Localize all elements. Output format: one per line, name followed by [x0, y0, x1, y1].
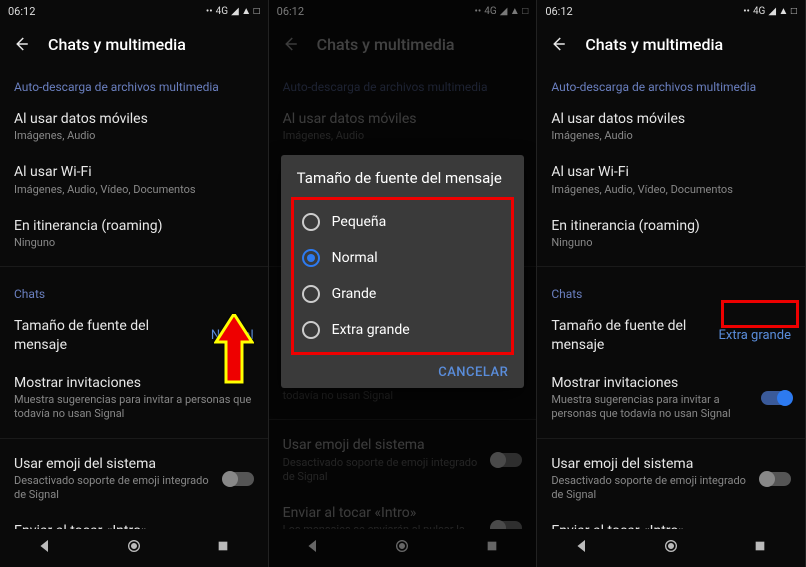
back-arrow-icon[interactable] — [549, 35, 567, 53]
cancel-button[interactable]: CANCELAR — [438, 365, 508, 380]
nav-home-icon[interactable] — [663, 538, 679, 558]
annotation-arrow-icon — [214, 314, 254, 384]
clock: 06:12 — [545, 5, 572, 18]
item-wifi[interactable]: Al usar Wi-FiImágenes, Audio, Vídeo, Doc… — [0, 153, 268, 206]
radio-small[interactable]: Pequeña — [300, 204, 506, 240]
page-title: Chats y multimedia — [585, 35, 723, 54]
back-arrow-icon[interactable] — [12, 35, 30, 53]
nav-recent-icon[interactable] — [215, 538, 231, 558]
radio-icon — [302, 249, 320, 267]
nav-recent-icon[interactable] — [752, 538, 768, 558]
item-enter-send[interactable]: Enviar al tocar «Intro»Los mensajes se e… — [537, 512, 805, 529]
status-icons: ••4G ◢ ▲ □ — [206, 6, 260, 17]
radio-normal[interactable]: Normal — [300, 240, 506, 276]
font-size-value: Extra grande — [719, 328, 791, 343]
radio-icon — [302, 321, 320, 339]
app-bar: Chats y multimedia — [0, 22, 268, 66]
divider — [0, 266, 268, 267]
section-media: Auto-descarga de archivos multimedia — [537, 66, 805, 100]
nav-back-icon[interactable] — [574, 538, 590, 558]
page-title: Chats y multimedia — [48, 35, 186, 54]
item-roaming[interactable]: En itinerancia (roaming)Ninguno — [0, 207, 268, 260]
nav-bar — [0, 529, 268, 567]
screen-3: 06:12 ••4G ◢ ▲ □ Chats y multimedia Auto… — [537, 0, 806, 567]
status-icons: ••4G ◢ ▲ □ — [743, 6, 797, 17]
nav-back-icon[interactable] — [37, 538, 53, 558]
toggle-invites[interactable] — [761, 391, 791, 405]
screen-2: 06:12 ••4G ◢ ▲ □ Chats y multimedia Auto… — [269, 0, 538, 567]
clock: 06:12 — [8, 5, 35, 18]
divider — [0, 438, 268, 439]
settings-list: Auto-descarga de archivos multimedia Al … — [537, 66, 805, 529]
settings-list: Auto-descarga de archivos multimedia Al … — [0, 66, 268, 529]
screen-1: 06:12 ••4G ◢ ▲ □ Chats y multimedia Auto… — [0, 0, 269, 567]
radio-extra-large[interactable]: Extra grande — [300, 312, 506, 348]
radio-icon — [302, 285, 320, 303]
radio-large[interactable]: Grande — [300, 276, 506, 312]
item-mobile-data[interactable]: Al usar datos móvilesImágenes, Audio — [537, 100, 805, 153]
section-chats: Chats — [0, 273, 268, 307]
status-bar: 06:12 ••4G ◢ ▲ □ — [537, 0, 805, 22]
annotation-highlight: Pequeña Normal Grande Extra grande — [291, 197, 515, 355]
radio-icon — [302, 213, 320, 231]
section-media: Auto-descarga de archivos multimedia — [0, 66, 268, 100]
dialog-title: Tamaño de fuente del mensaje — [291, 169, 515, 187]
item-invites[interactable]: Mostrar invitacionesMuestra sugerencias … — [537, 364, 805, 432]
item-enter-send[interactable]: Enviar al tocar «Intro»Los mensajes se e… — [0, 512, 268, 529]
status-bar: 06:12 ••4G ◢ ▲ □ — [0, 0, 268, 22]
item-system-emoji[interactable]: Usar emoji del sistemaDesactivado soport… — [537, 445, 805, 513]
nav-bar — [537, 529, 805, 567]
annotation-highlight — [721, 300, 799, 328]
font-size-dialog: Tamaño de fuente del mensaje Pequeña Nor… — [281, 155, 525, 388]
toggle-emoji[interactable] — [224, 472, 254, 486]
item-mobile-data[interactable]: Al usar datos móvilesImágenes, Audio — [0, 100, 268, 153]
divider — [537, 438, 805, 439]
item-system-emoji[interactable]: Usar emoji del sistemaDesactivado soport… — [0, 445, 268, 513]
nav-home-icon[interactable] — [126, 538, 142, 558]
app-bar: Chats y multimedia — [537, 22, 805, 66]
item-wifi[interactable]: Al usar Wi-FiImágenes, Audio, Vídeo, Doc… — [537, 153, 805, 206]
item-roaming[interactable]: En itinerancia (roaming)Ninguno — [537, 207, 805, 260]
toggle-emoji[interactable] — [761, 472, 791, 486]
divider — [537, 266, 805, 267]
